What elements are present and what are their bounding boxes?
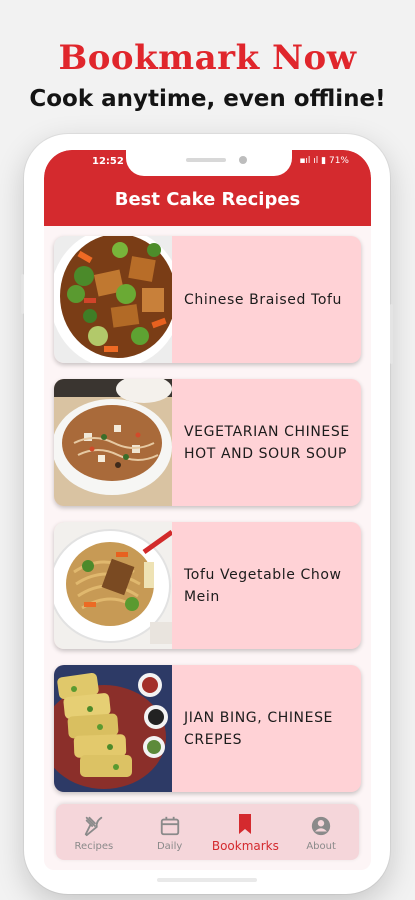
battery-level: 71% [328,156,349,166]
nav-item-about[interactable]: About [283,804,359,860]
nav-label: Recipes [74,840,114,852]
recipe-card[interactable]: Chinese Braised Tofu [54,236,361,363]
braised-tofu-image [54,236,172,363]
recipe-card[interactable]: Tofu Vegetable Chow Mein [54,522,361,649]
front-camera [239,156,247,164]
recipe-title: VEGETARIAN CHINESE HOT AND SOUR SOUP [184,423,350,462]
promo-subtitle: Cook anytime, even offline! [29,86,386,112]
recipe-title: Chinese Braised Tofu [184,291,342,308]
phone-volume-button [21,274,24,314]
nav-label: About [306,840,336,852]
home-indicator [157,878,257,882]
chow-mein-image [54,522,172,649]
nav-label: Daily [156,840,183,852]
nav-item-daily[interactable]: Daily [132,804,208,860]
battery-icon: ▮ [321,156,327,166]
recipe-title: Tofu Vegetable Chow Mein [184,566,342,605]
nav-label: Bookmarks [211,839,279,853]
status-indicators: ▪ıl ıl ▮ 71% [299,156,349,166]
recipe-card[interactable]: JIAN BING, CHINESE CREPES [54,665,361,792]
jian-bing-image [54,665,172,792]
app-screen: 12:52 ▪ıl ıl ▮ 71% Best Cake Recipes Chi… [44,150,371,870]
recipe-title: JIAN BING, CHINESE CREPES [184,709,333,748]
phone-power-button [390,304,393,364]
promo-title: Bookmark Now [58,38,357,78]
bottom-navigation: Recipes Daily Bookmarks About [56,804,359,860]
speaker-grille [186,158,226,162]
recipe-card[interactable]: VEGETARIAN CHINESE HOT AND SOUR SOUP [54,379,361,506]
phone-notch [126,150,292,176]
signal-icon: ▪ıl ıl [299,156,322,166]
page-title: Best Cake Recipes [114,189,301,210]
account-icon [310,813,332,839]
app-bar: 12:52 ▪ıl ıl ▮ 71% Best Cake Recipes [44,150,371,226]
status-time: 12:52 [92,156,124,167]
phone-mockup: 12:52 ▪ıl ıl ▮ 71% Best Cake Recipes Chi… [21,134,393,894]
nav-item-recipes[interactable]: Recipes [56,804,132,860]
nav-item-bookmarks[interactable]: Bookmarks [208,804,284,860]
hot-and-sour-soup-image [54,379,172,506]
fork-knife-icon [83,813,105,839]
bookmark-icon [236,811,254,837]
calendar-icon [159,813,181,839]
